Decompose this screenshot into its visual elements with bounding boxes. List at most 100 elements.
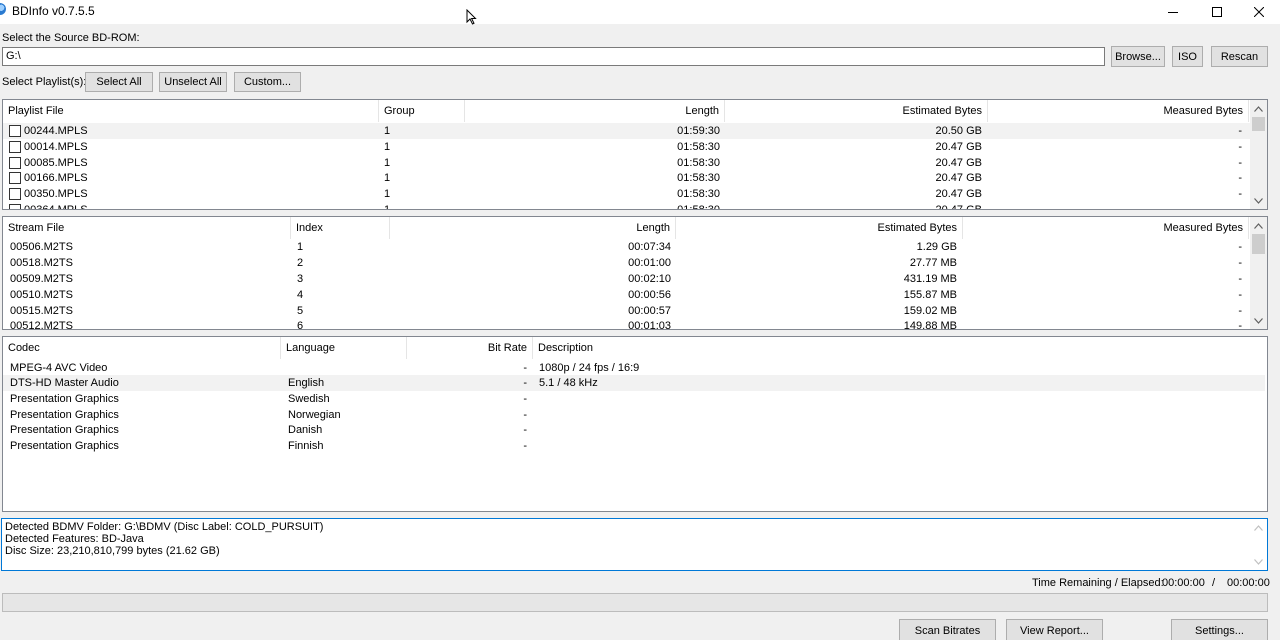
- maximize-button[interactable]: [1194, 0, 1240, 24]
- playlist-file: 00364.MPLS: [24, 204, 88, 210]
- unselect-all-button[interactable]: Unselect All: [159, 72, 227, 92]
- log-line: Detected Features: BD-Java: [5, 533, 144, 545]
- playlist-checkbox[interactable]: [9, 172, 21, 184]
- column-header-bit-rate[interactable]: Bit Rate: [407, 337, 533, 359]
- source-path-input[interactable]: G:\: [2, 47, 1105, 66]
- stream-length: 00:01:03: [628, 320, 671, 330]
- codec-row[interactable]: MPEG-4 AVC Video - 1080p / 24 fps / 16:9: [3, 360, 1265, 376]
- codec-description: [539, 407, 839, 423]
- scroll-down-button[interactable]: [1250, 312, 1267, 329]
- playlist-group: 1: [384, 141, 391, 153]
- playlist-row[interactable]: 00166.MPLS 1 01:58:30 20.47 GB -: [3, 170, 1255, 186]
- log-line: Detected BDMV Folder: G:\BDMV (Disc Labe…: [5, 521, 324, 533]
- column-header-language[interactable]: Language: [281, 337, 407, 359]
- scroll-down-button[interactable]: [1250, 192, 1267, 209]
- stream-row[interactable]: 00518.M2TS 2 00:01:00 27.77 MB -: [3, 255, 1255, 271]
- settings-button[interactable]: Settings...: [1171, 619, 1268, 640]
- stream-measured-bytes: -: [1238, 241, 1242, 253]
- stream-row[interactable]: 00509.M2TS 3 00:02:10 431.19 MB -: [3, 271, 1255, 287]
- scroll-down-button[interactable]: [1250, 553, 1267, 570]
- column-header-length[interactable]: Length: [390, 217, 676, 239]
- stream-index: 3: [297, 273, 304, 285]
- stream-scrollbar[interactable]: [1250, 217, 1267, 329]
- rescan-button[interactable]: Rescan: [1211, 46, 1268, 67]
- stream-row[interactable]: 00510.M2TS 4 00:00:56 155.87 MB -: [3, 287, 1255, 303]
- codec-name: DTS-HD Master Audio: [10, 377, 119, 389]
- playlist-file: 00350.MPLS: [24, 188, 88, 200]
- stream-file: 00506.M2TS: [10, 241, 73, 253]
- stream-file: 00512.M2TS: [10, 320, 73, 330]
- chevron-down-icon: [1254, 197, 1263, 204]
- scroll-up-button[interactable]: [1250, 217, 1267, 234]
- codec-row[interactable]: Presentation Graphics Swedish -: [3, 391, 1265, 407]
- column-header-description[interactable]: Description: [533, 337, 833, 359]
- stream-estimated-bytes: 431.19 MB: [903, 273, 957, 285]
- chevron-up-icon: [1254, 524, 1263, 531]
- stream-index: 1: [297, 241, 304, 253]
- select-all-button[interactable]: Select All: [85, 72, 153, 92]
- log-textbox[interactable]: Detected BDMV Folder: G:\BDMV (Disc Labe…: [1, 518, 1268, 571]
- scan-bitrates-button[interactable]: Scan Bitrates: [899, 619, 996, 640]
- log-scrollbar[interactable]: [1250, 519, 1267, 570]
- stream-row[interactable]: 00506.M2TS 1 00:07:34 1.29 GB -: [3, 239, 1255, 255]
- stream-list[interactable]: Stream File Index Length Estimated Bytes…: [2, 216, 1268, 330]
- playlist-row[interactable]: 00085.MPLS 1 01:58:30 20.47 GB -: [3, 155, 1255, 171]
- stream-measured-bytes: -: [1238, 257, 1242, 269]
- playlist-row[interactable]: 00350.MPLS 1 01:58:30 20.47 GB -: [3, 186, 1255, 202]
- playlist-length: 01:58:30: [677, 141, 720, 153]
- column-header-index[interactable]: Index: [291, 217, 390, 239]
- stream-estimated-bytes: 159.02 MB: [903, 305, 957, 317]
- stream-length: 00:02:10: [628, 273, 671, 285]
- chevron-down-icon: [1254, 317, 1263, 324]
- playlist-file: 00244.MPLS: [24, 125, 88, 137]
- close-button[interactable]: [1236, 0, 1280, 24]
- playlist-measured-bytes: -: [1238, 204, 1242, 210]
- playlist-file: 00085.MPLS: [24, 157, 88, 169]
- scroll-up-button[interactable]: [1250, 100, 1267, 117]
- iso-button[interactable]: ISO: [1172, 46, 1203, 67]
- playlist-checkbox[interactable]: [9, 157, 21, 169]
- column-header-estimated-bytes[interactable]: Estimated Bytes: [725, 100, 988, 122]
- minimize-icon: [1168, 12, 1178, 13]
- scroll-thumb[interactable]: [1252, 117, 1265, 131]
- codec-row[interactable]: Presentation Graphics Norwegian -: [3, 407, 1265, 423]
- column-header-measured-bytes[interactable]: Measured Bytes: [988, 100, 1249, 122]
- playlist-group: 1: [384, 157, 391, 169]
- column-header-length[interactable]: Length: [465, 100, 725, 122]
- playlist-checkbox[interactable]: [9, 204, 21, 209]
- column-header-codec[interactable]: Codec: [3, 337, 281, 359]
- column-header-group[interactable]: Group: [379, 100, 465, 122]
- codec-bit-rate: -: [523, 440, 527, 452]
- scroll-up-button[interactable]: [1250, 519, 1267, 536]
- stream-estimated-bytes: 1.29 GB: [916, 241, 957, 253]
- browse-button[interactable]: Browse...: [1111, 46, 1165, 67]
- playlist-scrollbar[interactable]: [1250, 100, 1267, 209]
- codec-bit-rate: -: [523, 377, 527, 389]
- playlist-row[interactable]: 00244.MPLS 1 01:59:30 20.50 GB -: [3, 123, 1255, 139]
- view-report-button[interactable]: View Report...: [1006, 619, 1103, 640]
- playlist-list[interactable]: Playlist File Group Length Estimated Byt…: [2, 99, 1268, 210]
- column-header-measured-bytes[interactable]: Measured Bytes: [963, 217, 1249, 239]
- custom-button[interactable]: Custom...: [234, 72, 301, 92]
- playlist-row[interactable]: 00364.MPLS 1 01:58:30 20.47 GB -: [3, 202, 1255, 210]
- stream-index: 6: [297, 320, 304, 330]
- codec-row[interactable]: Presentation Graphics Finnish -: [3, 438, 1265, 454]
- codec-bit-rate: -: [523, 409, 527, 421]
- stream-row[interactable]: 00512.M2TS 6 00:01:03 149.88 MB -: [3, 318, 1255, 330]
- codec-row[interactable]: Presentation Graphics Danish -: [3, 422, 1265, 438]
- stream-row[interactable]: 00515.M2TS 5 00:00:57 159.02 MB -: [3, 303, 1255, 319]
- codec-description: 1080p / 24 fps / 16:9: [539, 362, 640, 374]
- scroll-thumb[interactable]: [1252, 234, 1265, 254]
- playlist-estimated-bytes: 20.47 GB: [935, 188, 982, 200]
- playlist-checkbox[interactable]: [9, 141, 21, 153]
- minimize-button[interactable]: [1150, 0, 1196, 24]
- codec-row[interactable]: DTS-HD Master Audio English - 5.1 / 48 k…: [3, 375, 1265, 391]
- codec-list[interactable]: Codec Language Bit Rate Description MPEG…: [2, 336, 1268, 512]
- playlist-row[interactable]: 00014.MPLS 1 01:58:30 20.47 GB -: [3, 139, 1255, 155]
- close-icon: [1254, 7, 1264, 17]
- column-header-playlist-file[interactable]: Playlist File: [3, 100, 379, 122]
- column-header-stream-file[interactable]: Stream File: [3, 217, 291, 239]
- playlist-checkbox[interactable]: [9, 125, 21, 137]
- column-header-estimated-bytes[interactable]: Estimated Bytes: [676, 217, 963, 239]
- playlist-checkbox[interactable]: [9, 188, 21, 200]
